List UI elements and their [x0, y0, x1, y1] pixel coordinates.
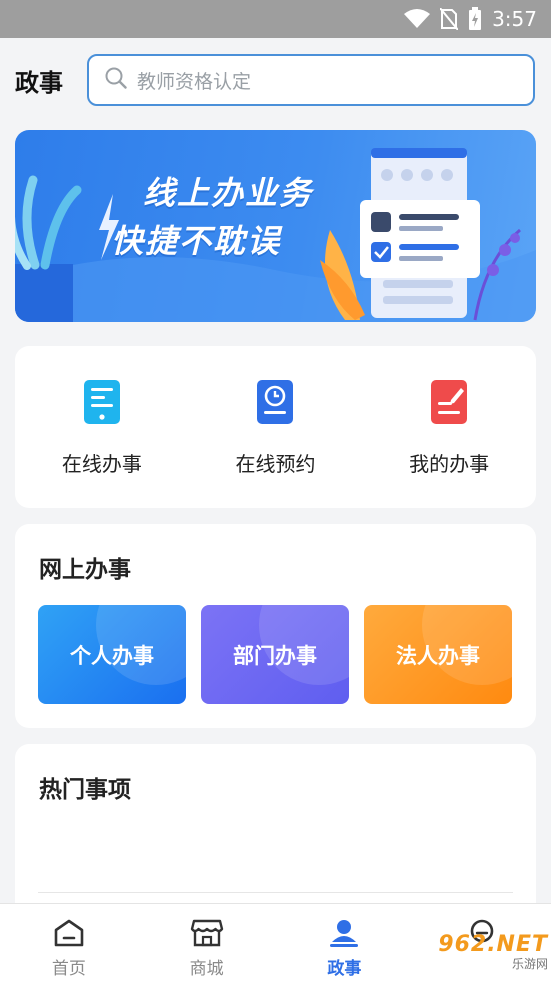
watermark-brand: 962.NET — [438, 932, 548, 957]
phone-doc-icon — [83, 380, 120, 424]
wifi-icon — [404, 9, 431, 29]
nav-government-affairs[interactable]: 政事 — [276, 904, 414, 981]
nav-label: 政事 — [327, 959, 362, 979]
status-bar: 3:57 — [0, 0, 551, 38]
my-services-button[interactable]: 我的办事 — [374, 378, 524, 477]
hot-items-card: 热门事项 — [15, 744, 536, 924]
search-icon — [105, 67, 127, 93]
tile-label: 法人办事 — [396, 643, 480, 668]
tile-label: 个人办事 — [70, 643, 154, 668]
quick-service-label: 在线预约 — [235, 452, 316, 476]
watermark-logo: 962.NET 乐游网 — [412, 928, 548, 976]
online-business-title: 网上办事 — [39, 557, 131, 583]
quick-service-label: 在线办事 — [61, 452, 142, 476]
search-input[interactable]: 教师资格认定 — [87, 54, 535, 106]
header: 政事 教师资格认定 — [0, 38, 551, 122]
banner-subheadline: 快捷不耽误 — [111, 222, 282, 260]
legal-entity-affairs-tile[interactable]: 法人办事 — [364, 605, 512, 704]
online-business-tiles: 个人办事 部门办事 法人办事 — [38, 605, 512, 704]
no-sim-icon — [440, 8, 459, 30]
tile-label: 部门办事 — [233, 643, 317, 668]
department-affairs-tile[interactable]: 部门办事 — [201, 605, 349, 704]
watermark-sub: 乐游网 — [511, 957, 548, 971]
personal-affairs-tile[interactable]: 个人办事 — [38, 605, 186, 704]
user-icon — [330, 920, 359, 947]
nav-label: 首页 — [51, 959, 86, 979]
search-placeholder: 教师资格认定 — [137, 70, 252, 93]
online-business-card: 网上办事 个人办事 部门办事 法人办事 — [15, 524, 536, 728]
divider — [38, 892, 513, 893]
edit-doc-icon — [431, 380, 468, 424]
home-icon — [54, 919, 84, 947]
clock-doc-icon — [257, 380, 294, 424]
nav-home[interactable]: 首页 — [0, 904, 138, 981]
promo-banner[interactable]: 线上办业务 快捷不耽误 — [15, 130, 536, 322]
nav-store[interactable]: 商城 — [138, 904, 276, 981]
battery-charging-icon — [468, 7, 482, 31]
page-title: 政事 — [15, 68, 63, 97]
store-icon — [190, 919, 223, 947]
hot-items-title: 热门事项 — [39, 777, 131, 803]
quick-service-label: 我的办事 — [409, 452, 490, 476]
banner-headline: 线上办业务 — [143, 174, 314, 212]
quick-services-card: 在线办事 在线预约 我的办事 — [15, 346, 536, 508]
online-appointment-button[interactable]: 在线预约 — [200, 378, 350, 477]
nav-label: 商城 — [189, 959, 224, 979]
online-service-button[interactable]: 在线办事 — [27, 378, 177, 477]
status-time: 3:57 — [492, 7, 537, 31]
